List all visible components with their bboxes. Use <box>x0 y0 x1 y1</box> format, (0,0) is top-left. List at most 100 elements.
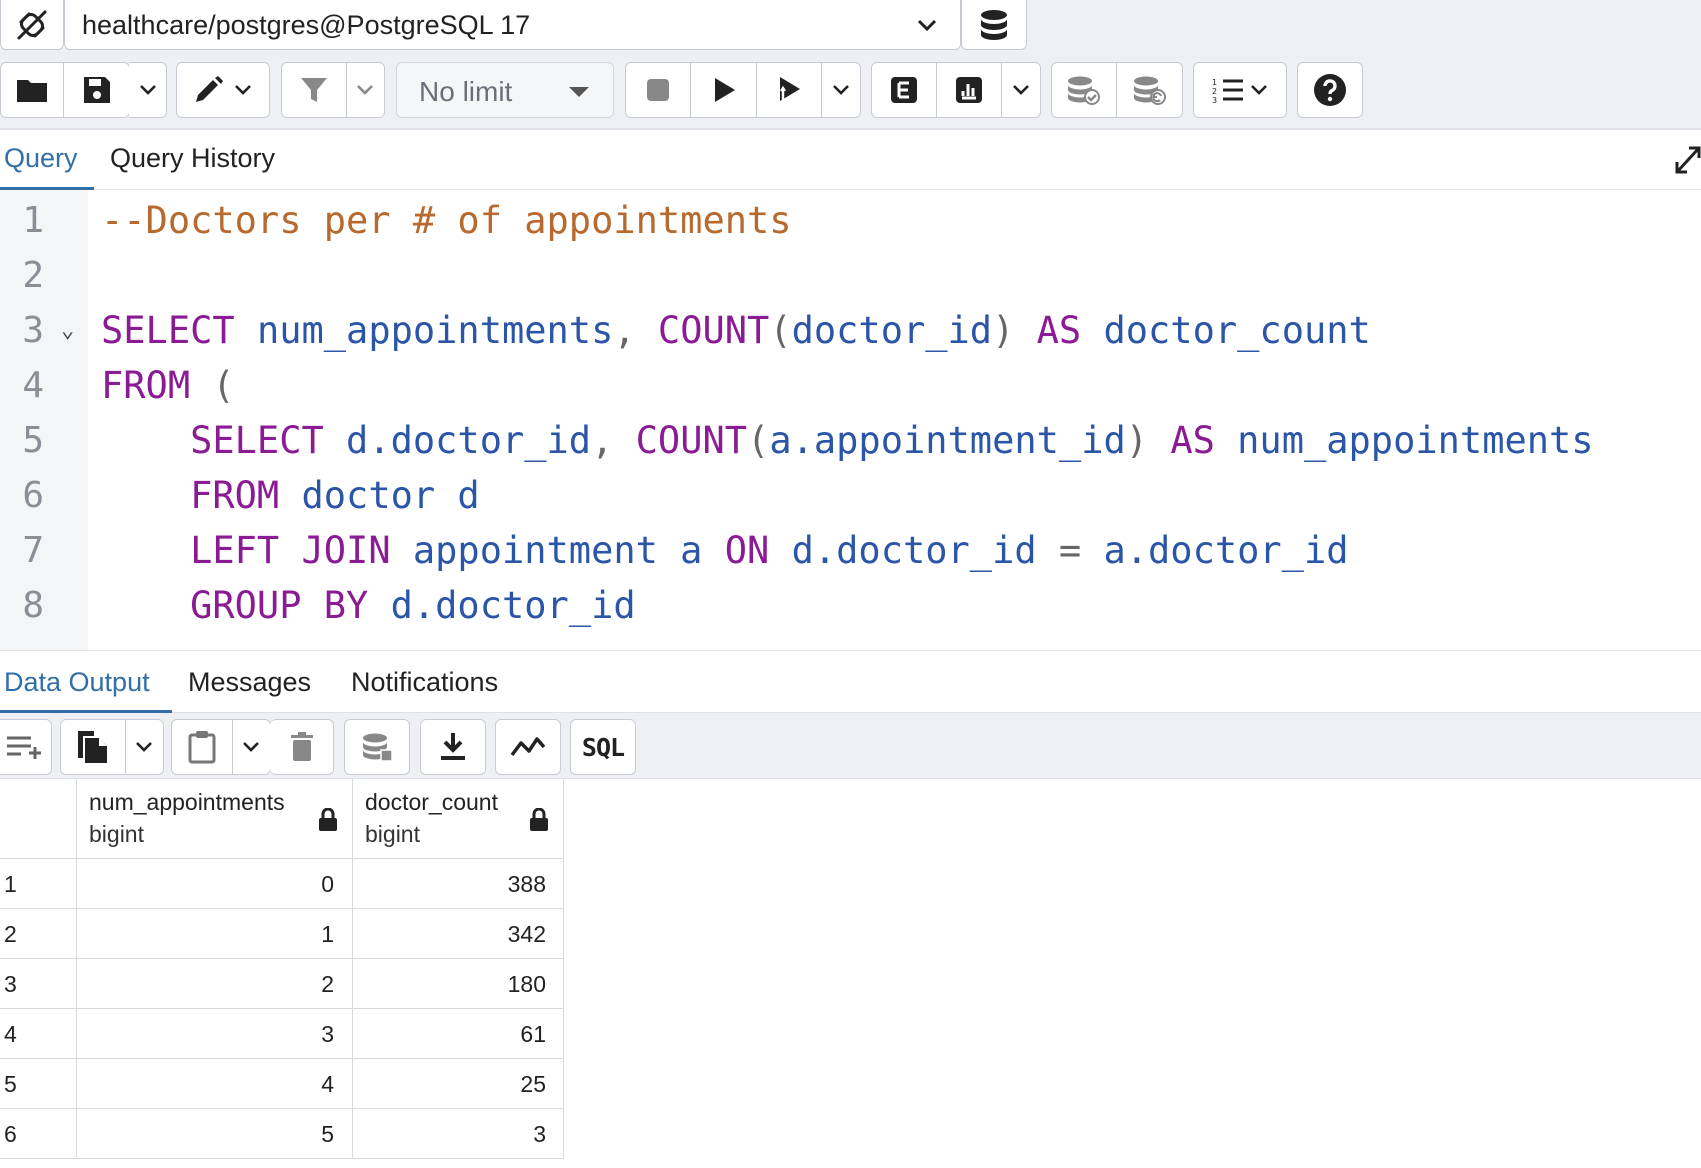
save-data-button[interactable] <box>345 720 409 774</box>
code-token: num_appointments <box>256 309 614 352</box>
column-type: bigint <box>365 821 420 847</box>
code-line[interactable]: 6 FROM doctor d <box>0 468 1701 523</box>
add-row-button[interactable] <box>0 720 51 774</box>
explain-button[interactable] <box>872 63 938 117</box>
fold-toggle-icon[interactable]: ⌄ <box>61 303 74 358</box>
tab-notifications[interactable]: Notifications <box>351 667 498 698</box>
code-token: SELECT <box>190 419 324 462</box>
code-token: , <box>591 419 636 462</box>
tab-messages[interactable]: Messages <box>188 667 311 698</box>
delete-row-button[interactable] <box>270 720 333 774</box>
graph-visualiser-button[interactable] <box>496 720 560 774</box>
row-limit-select[interactable]: No limit <box>396 62 614 118</box>
analyze-icon <box>956 77 983 103</box>
add-row-icon <box>6 736 41 759</box>
row-number[interactable]: 1 <box>0 859 77 909</box>
tab-data-output[interactable]: Data Output <box>4 667 150 698</box>
code-token: doctor_count <box>1103 309 1371 352</box>
code-token: --Doctors per # of appointments <box>101 199 792 242</box>
download-button[interactable] <box>421 720 485 774</box>
svg-text:1: 1 <box>1212 78 1217 87</box>
cell-num-appointments[interactable]: 4 <box>77 1059 353 1109</box>
save-button[interactable] <box>64 63 129 117</box>
row-number[interactable]: 6 <box>0 1109 77 1159</box>
filter-button[interactable] <box>282 63 347 117</box>
execute-script-button[interactable] <box>757 63 823 117</box>
paste-options-dropdown[interactable] <box>233 720 270 774</box>
delete-group <box>270 719 334 775</box>
sql-editor[interactable]: 1 --Doctors per # of appointments 2 3 ⌄ SELEC… <box>0 190 1701 650</box>
transaction-group <box>1051 62 1183 118</box>
copy-options-dropdown[interactable] <box>126 720 163 774</box>
row-number[interactable]: 2 <box>0 909 77 959</box>
expand-icon[interactable] <box>1675 144 1701 174</box>
row-number[interactable]: 5 <box>0 1059 77 1109</box>
code-line[interactable]: 8 GROUP BY d.doctor_id <box>0 578 1701 633</box>
new-connection-button[interactable] <box>961 0 1027 50</box>
cell-doctor-count[interactable]: 388 <box>353 859 564 909</box>
commit-button[interactable] <box>1052 63 1117 117</box>
column-header-doctor-count[interactable]: doctor_count bigint <box>353 779 564 859</box>
cell-num-appointments[interactable]: 5 <box>77 1109 353 1159</box>
code-token: COUNT <box>657 309 770 352</box>
code-line[interactable]: 1 --Doctors per # of appointments <box>0 193 1701 248</box>
line-number: 8 <box>22 585 44 626</box>
stop-button[interactable] <box>626 63 692 117</box>
cell-num-appointments[interactable]: 0 <box>77 859 353 909</box>
code-token: ( <box>747 419 770 462</box>
save-options-dropdown[interactable] <box>129 63 166 117</box>
row-number[interactable]: 3 <box>0 959 77 1009</box>
view-sql-button[interactable]: SQL <box>571 720 635 774</box>
cell-doctor-count[interactable]: 180 <box>353 959 564 1009</box>
code-line[interactable]: 2 <box>0 248 1701 303</box>
filter-options-dropdown[interactable] <box>347 63 384 117</box>
code-line[interactable]: 3 ⌄ SELECT num_appointments, COUNT(doctor_… <box>0 303 1701 358</box>
cell-doctor-count[interactable]: 342 <box>353 909 564 959</box>
explain-options-dropdown[interactable] <box>1002 63 1040 117</box>
paste-button[interactable] <box>172 720 233 774</box>
chevron-down-icon <box>235 85 251 95</box>
query-toolbar: No limit 1 2 3 <box>0 50 1701 130</box>
code-line[interactable]: 5 SELECT d.doctor_id, COUNT(a.appointmen… <box>0 413 1701 468</box>
table-row: 3 2 180 <box>0 959 564 1009</box>
rollback-button[interactable] <box>1117 63 1182 117</box>
code-line[interactable]: 7 LEFT JOIN appointment a ON d.doctor_id… <box>0 523 1701 578</box>
cell-num-appointments[interactable]: 3 <box>77 1009 353 1059</box>
chevron-down-icon <box>1013 85 1030 95</box>
row-number[interactable]: 4 <box>0 1009 77 1059</box>
open-file-button[interactable] <box>1 63 65 117</box>
execute-button[interactable] <box>691 63 757 117</box>
code-token: ( <box>769 309 792 352</box>
add-row-group <box>0 719 52 775</box>
edit-menu-button[interactable] <box>177 63 269 117</box>
tab-query-history[interactable]: Query History <box>110 143 275 174</box>
lock-icon <box>530 808 548 831</box>
cell-doctor-count[interactable]: 25 <box>353 1059 564 1109</box>
code-token: = <box>1036 529 1104 572</box>
tab-query[interactable]: Query <box>4 143 78 174</box>
code-text: SELECT num_appointments, COUNT(doctor_id… <box>101 303 1371 358</box>
execute-options-dropdown[interactable] <box>822 63 860 117</box>
column-header-num-appointments[interactable]: num_appointments bigint <box>77 779 353 859</box>
caret-down-icon <box>569 87 589 97</box>
cell-num-appointments[interactable]: 1 <box>77 909 353 959</box>
cell-num-appointments[interactable]: 2 <box>77 959 353 1009</box>
copy-button[interactable] <box>61 720 126 774</box>
connection-select[interactable]: healthcare/postgres@PostgreSQL 17 <box>64 0 961 50</box>
help-button[interactable] <box>1298 63 1362 117</box>
code-token: LEFT JOIN <box>190 529 391 572</box>
macros-button[interactable]: 123 <box>1194 63 1286 117</box>
query-tabs: Query Query History <box>0 130 1701 190</box>
download-group <box>420 719 486 775</box>
cell-doctor-count[interactable]: 61 <box>353 1009 564 1059</box>
connection-status-button[interactable] <box>0 0 64 50</box>
cell-doctor-count[interactable]: 3 <box>353 1109 564 1159</box>
code-line[interactable]: 4 FROM ( <box>0 358 1701 413</box>
row-number-header[interactable] <box>0 779 77 859</box>
explain-analyze-button[interactable] <box>937 63 1003 117</box>
